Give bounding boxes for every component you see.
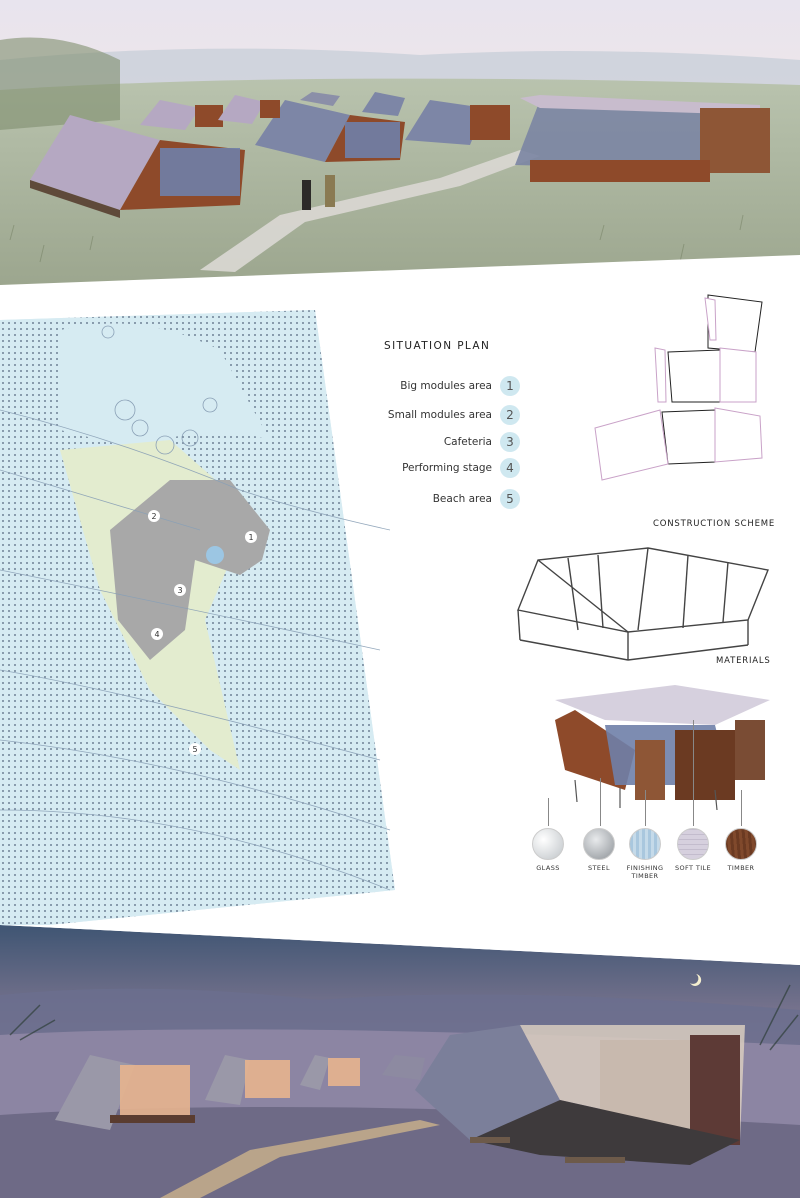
material-timber: TIMBER bbox=[713, 828, 769, 873]
leader-line-soft-tile bbox=[693, 720, 694, 826]
daytime-scene bbox=[0, 0, 800, 300]
leader-line-glass bbox=[548, 798, 549, 826]
legend-label: Beach area bbox=[432, 493, 492, 505]
bottom-rendering-dusk bbox=[0, 925, 800, 1198]
module-combination-diagram bbox=[590, 290, 790, 494]
situation-plan-map: 1 2 3 4 5 bbox=[0, 290, 415, 950]
steel-swatch bbox=[583, 828, 615, 860]
dusk-scene bbox=[0, 925, 800, 1198]
bench-2 bbox=[565, 1157, 625, 1163]
legend-number-badge: 1 bbox=[500, 376, 520, 396]
leader-line-timber bbox=[741, 790, 742, 826]
map-marker-2: 2 bbox=[151, 512, 156, 521]
map-marker-4: 4 bbox=[154, 630, 159, 639]
glass-swatch bbox=[532, 828, 564, 860]
person-1 bbox=[302, 180, 311, 210]
legend-label: Performing stage bbox=[402, 462, 492, 474]
materials-swatches: GLASS STEEL FINISHING TIMBER SOFT TILE T… bbox=[520, 828, 790, 888]
construction-scheme-diagram bbox=[508, 540, 778, 669]
construction-scheme-title: CONSTRUCTION SCHEME bbox=[653, 519, 776, 529]
legend-label: Cafeteria bbox=[443, 436, 492, 448]
top-rendering-daytime bbox=[0, 0, 800, 300]
situation-plan-title: SITUATION PLAN bbox=[384, 340, 491, 352]
map-marker-5: 5 bbox=[192, 745, 197, 754]
legend-number-badge: 5 bbox=[500, 489, 520, 509]
finishing-timber-swatch bbox=[629, 828, 661, 860]
site-plan-drawing: 1 2 3 4 5 bbox=[0, 300, 415, 950]
timber-swatch bbox=[725, 828, 757, 860]
legend-number-badge: 4 bbox=[500, 458, 520, 478]
module-outlines bbox=[594, 294, 763, 481]
legend-item-big-modules: Big modules area 1 bbox=[400, 376, 520, 396]
soft-tile-swatch bbox=[677, 828, 709, 860]
leader-line-finishing-timber bbox=[645, 790, 646, 826]
legend-item-cafeteria: Cafeteria 3 bbox=[444, 432, 520, 452]
leader-line-steel bbox=[600, 778, 601, 826]
legend-item-small-modules: Small modules area 2 bbox=[388, 405, 520, 425]
material-label: TIMBER bbox=[727, 864, 755, 872]
map-marker-3: 3 bbox=[177, 586, 182, 595]
material-label: GLASS bbox=[536, 864, 560, 872]
person-2 bbox=[325, 175, 335, 207]
legend-item-performing-stage: Performing stage 4 bbox=[402, 458, 520, 478]
legend-item-beach-area: Beach area 5 bbox=[433, 489, 520, 509]
material-glass: GLASS bbox=[520, 828, 576, 873]
materials-title: MATERIALS bbox=[716, 656, 771, 666]
steel-frame-drawing bbox=[517, 547, 769, 661]
legend-label: Small modules area bbox=[387, 409, 492, 421]
cafeteria-building bbox=[515, 95, 770, 182]
legend-number-badge: 2 bbox=[500, 405, 520, 425]
legend-label: Big modules area bbox=[400, 380, 492, 392]
legend-number-badge: 3 bbox=[500, 432, 520, 452]
bench-1 bbox=[470, 1137, 510, 1143]
map-marker-1: 1 bbox=[248, 533, 253, 542]
